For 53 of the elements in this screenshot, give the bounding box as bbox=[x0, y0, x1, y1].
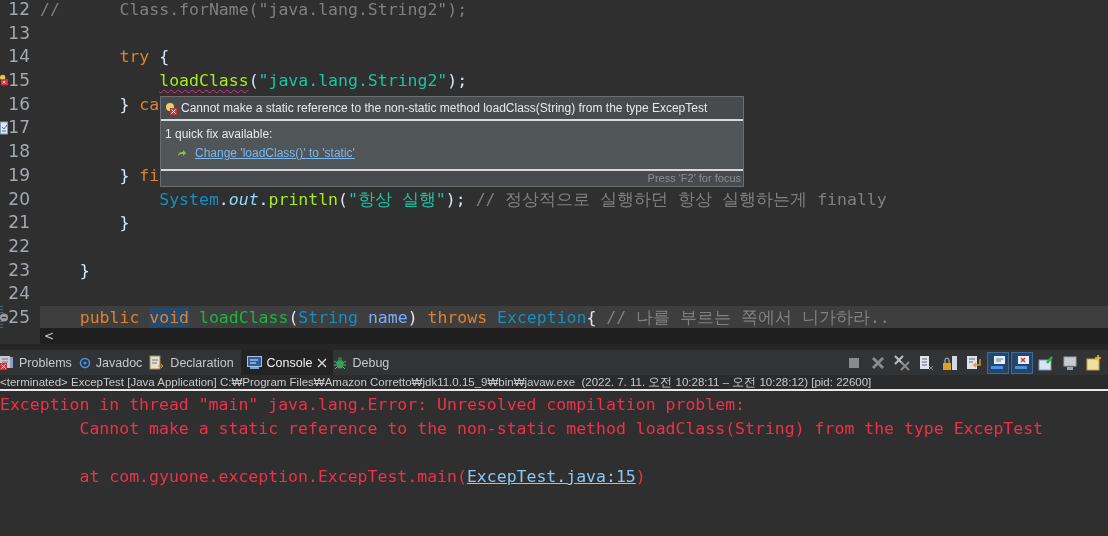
console-icon bbox=[246, 355, 262, 370]
close-icon[interactable] bbox=[317, 357, 328, 368]
code-line: try { bbox=[118, 46, 170, 69]
code-line: loadClass("java.lang.String2"); bbox=[158, 70, 468, 93]
error-icon bbox=[165, 101, 178, 115]
view-tab[interactable]: Debug bbox=[333, 350, 397, 375]
error-icon[interactable] bbox=[0, 74, 8, 88]
line-number: 20 bbox=[8, 187, 30, 211]
focus-hint: Press 'F2' for focus bbox=[647, 172, 741, 184]
console-line: Exception in thread "main" java.lang.Error: Unresolved compilation problem: bbox=[0, 394, 747, 416]
line-number: 21 bbox=[8, 211, 30, 235]
line-number: 14 bbox=[8, 45, 30, 69]
line-number: 23 bbox=[8, 258, 30, 282]
new-icon[interactable] bbox=[1084, 352, 1104, 373]
console-line: at com.gyuone.exception.ExcepTest.main(ExcepTest.java:15) bbox=[78, 466, 647, 488]
line-number: 16 bbox=[8, 92, 30, 116]
remove-all-icon[interactable] bbox=[892, 352, 912, 373]
stdout-icon[interactable] bbox=[988, 352, 1008, 373]
view-tab[interactable]: Javadoc bbox=[78, 350, 150, 375]
view-tab[interactable]: Problems bbox=[0, 350, 79, 375]
bug-icon bbox=[333, 355, 348, 370]
line-number: 24 bbox=[8, 282, 30, 306]
error-message: Cannot make a static reference to the non-static method loadClass(String) from the type ExcepTest bbox=[181, 101, 708, 115]
code-line: // Class.forName("java.lang.String2"); bbox=[40, 0, 468, 21]
line-number: 22 bbox=[8, 234, 30, 258]
line-number: 12 bbox=[8, 0, 30, 21]
stderr-icon[interactable] bbox=[1012, 352, 1032, 373]
line-number: 19 bbox=[8, 163, 30, 187]
view-tab[interactable]: Declaration bbox=[149, 350, 241, 375]
line-number: 25 bbox=[8, 305, 30, 328]
line-number: 15 bbox=[8, 69, 30, 93]
code-line: System.out.println("항상 실행"); // 정상적으로 실행하던 항상 실행하는게 finally bbox=[158, 188, 887, 211]
quick-fix-count: 1 quick fix available: bbox=[165, 126, 274, 143]
line-number: 18 bbox=[8, 140, 30, 164]
problems-icon bbox=[0, 354, 14, 371]
arrow-icon bbox=[177, 149, 187, 157]
source-link[interactable]: ExcepTest.java:15 bbox=[466, 467, 636, 486]
code-line: } ca bbox=[118, 93, 160, 116]
code-line: } fi bbox=[118, 164, 160, 187]
quick-fix-link[interactable]: Change 'loadClass()' to 'static' bbox=[195, 146, 355, 160]
javadoc-icon bbox=[78, 356, 91, 369]
fold-icon[interactable] bbox=[0, 313, 8, 323]
code-line: } bbox=[118, 212, 130, 235]
line-number: 13 bbox=[8, 21, 30, 45]
console-status: <terminated> ExcepTest [Java Application] C:₩Program Files₩Amazon Corretto₩jdk11.0.15_9₩bin₩javaw.exe (2022. 7. 11. 오전 10:28:11 – 오전 10:28:12) [pid: 22600] bbox=[0, 375, 1108, 391]
console-line: Cannot make a static reference to the non-static method loadClass(String) from the type ExcepTest bbox=[78, 418, 1045, 440]
task-icon[interactable] bbox=[0, 121, 8, 136]
line-number: 17 bbox=[8, 116, 30, 140]
horizontal-scrollbar[interactable]: < bbox=[40, 328, 1108, 344]
code-line: public void loadClass(String name) throws Exception{ // 나를 부르는 쪽에서 니가하라.. bbox=[78, 306, 890, 328]
view-tab[interactable]: Console bbox=[240, 350, 334, 375]
declaration-icon bbox=[149, 354, 166, 371]
code-line: } bbox=[78, 259, 90, 282]
